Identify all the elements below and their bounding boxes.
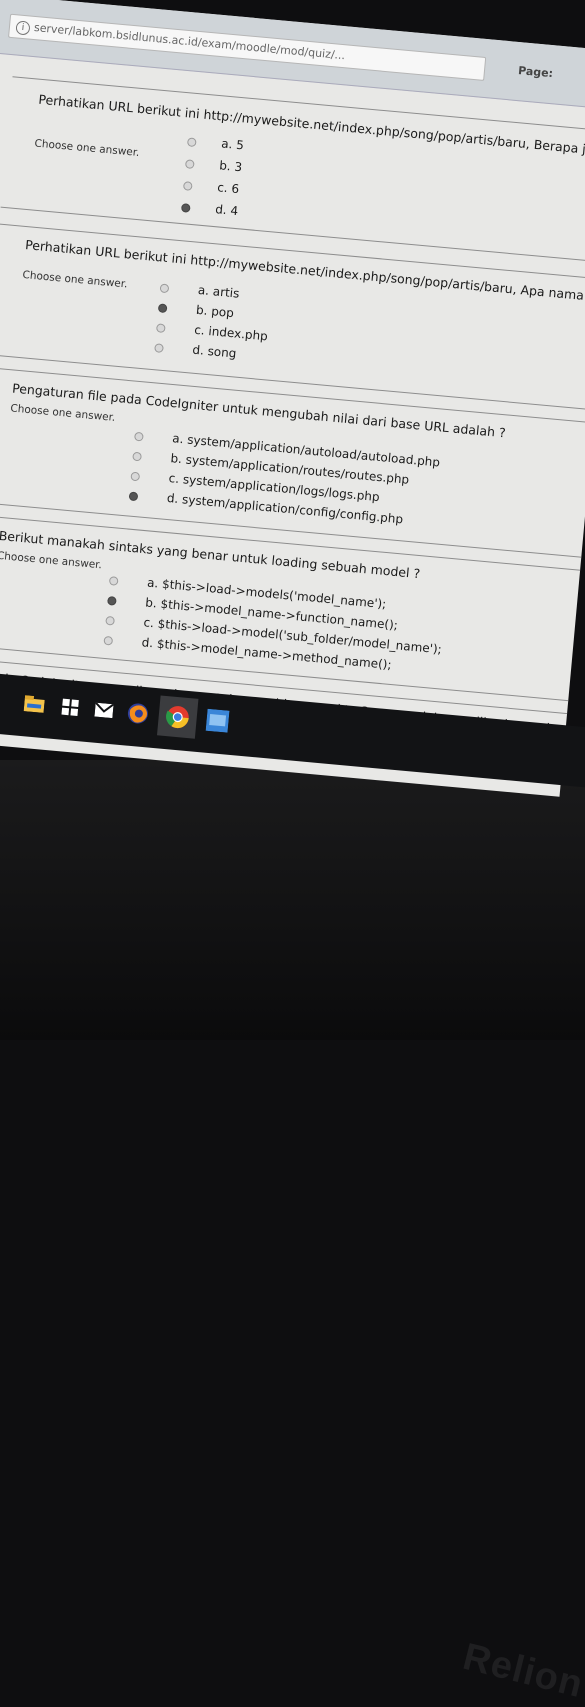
radio-option-c[interactable] xyxy=(182,181,193,191)
radio-option-c[interactable] xyxy=(130,471,141,482)
choose-one-label: Choose one answer. xyxy=(33,137,140,159)
option-label[interactable]: d. 4 xyxy=(215,202,239,218)
radio-option-a[interactable] xyxy=(159,283,170,294)
monitor-bezel: Relion xyxy=(0,760,585,1706)
option-label[interactable]: b. 3 xyxy=(219,158,243,174)
monitor-screen: ⟳ iserver/labkom.bsidlunus.ac.id/exam/mo… xyxy=(0,0,585,797)
option-label[interactable]: a. artis xyxy=(197,283,240,301)
option-label[interactable]: d. song xyxy=(192,343,237,361)
page-label: Page: xyxy=(517,64,554,81)
store-icon[interactable] xyxy=(56,693,84,721)
info-icon[interactable]: i xyxy=(15,20,31,36)
url-text: server/labkom.bsidlunus.ac.id/exam/moodl… xyxy=(33,20,346,63)
radio-option-c[interactable] xyxy=(155,323,166,334)
option-label[interactable]: b. pop xyxy=(195,303,234,320)
address-bar[interactable]: i server/labkom.bsidlunus.ac.id/exam/mood… xyxy=(8,13,487,81)
radio-option-d[interactable] xyxy=(128,491,139,502)
radio-option-b[interactable] xyxy=(157,303,168,314)
radio-option-d[interactable] xyxy=(154,343,164,353)
choose-one-label: Choose one answer. xyxy=(9,402,116,424)
chrome-icon[interactable] xyxy=(156,695,199,739)
radio-option-d[interactable] xyxy=(180,203,191,213)
choose-one-label: Choose one answer. xyxy=(22,268,128,291)
option-label[interactable]: a. 5 xyxy=(221,136,245,152)
option-label[interactable]: c. 6 xyxy=(217,180,240,196)
file-explorer-icon[interactable] xyxy=(20,690,48,718)
radio-option-b[interactable] xyxy=(132,451,142,462)
choose-one-label: Choose one answer. xyxy=(0,549,103,572)
option-label[interactable]: c. index.php xyxy=(194,323,269,344)
radio-option-a[interactable] xyxy=(134,431,144,442)
monitor-brand-logo: Relion xyxy=(458,1635,585,1707)
app-icon[interactable] xyxy=(203,707,231,735)
mail-icon[interactable] xyxy=(90,696,118,724)
firefox-icon[interactable] xyxy=(124,699,152,727)
radio-option-a[interactable] xyxy=(186,137,197,148)
radio-option-b[interactable] xyxy=(107,595,117,606)
radio-option-b[interactable] xyxy=(184,159,195,170)
radio-option-d[interactable] xyxy=(103,635,114,646)
radio-option-c[interactable] xyxy=(105,615,115,626)
radio-option-a[interactable] xyxy=(108,576,119,586)
